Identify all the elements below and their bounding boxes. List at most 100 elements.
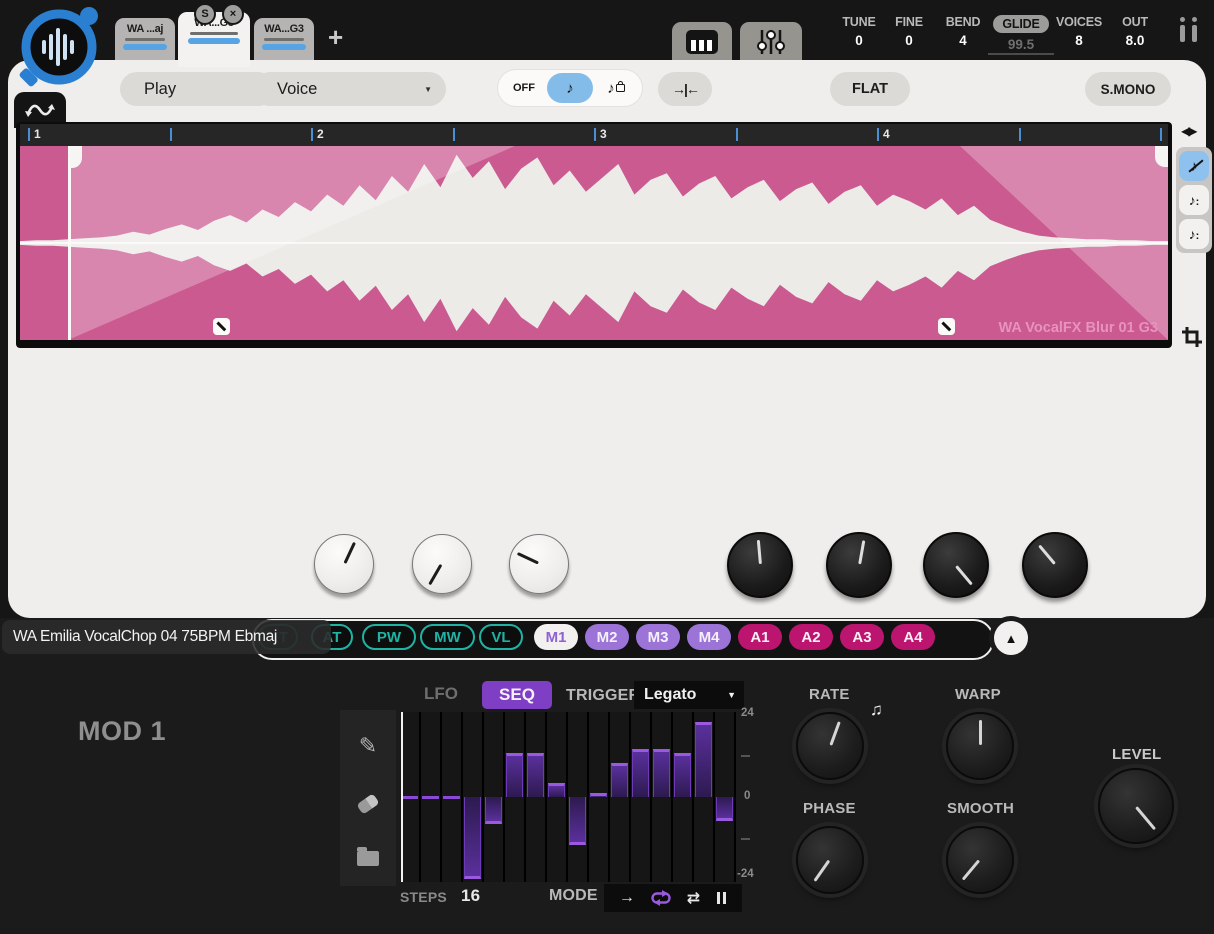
mod-tab-a4[interactable]: A4 [891,624,935,650]
mod-tab-a2[interactable]: A2 [789,624,833,650]
mod-tab-mw[interactable]: MW [420,624,475,650]
sustain-knob[interactable] [923,532,989,598]
pause-icon[interactable] [1180,17,1197,42]
steps-value[interactable]: 16 [461,886,480,906]
close-badge[interactable]: × [222,3,244,25]
pencil-tool-button[interactable]: ✎ [340,724,396,768]
preset-folder-button[interactable] [340,836,396,880]
seq-step[interactable] [610,712,631,882]
seq-step[interactable] [715,712,736,882]
seq-step[interactable] [400,712,421,882]
fade-out-handle[interactable] [938,318,955,335]
mod-tab-m3[interactable]: M3 [636,624,680,650]
snap-triplet-button[interactable]: ♪ [1179,219,1209,249]
cutoff-knob[interactable] [314,534,374,594]
mod-tab-pw[interactable]: PW [362,624,416,650]
mod-tab-a1[interactable]: A1 [738,624,782,650]
param-value[interactable]: 8.0 [1113,33,1157,48]
flat-button[interactable]: FLAT [830,72,910,106]
param-value[interactable]: 8 [1051,33,1107,48]
seq-step-bar[interactable] [548,783,565,797]
sync-off-button[interactable]: OFF [501,73,547,103]
start-marker[interactable] [68,146,71,340]
mode-pingpong-button[interactable]: ⇄ [687,888,700,908]
decay-knob[interactable] [826,532,892,598]
seq-step-bar[interactable] [611,763,628,797]
sync-note-button[interactable]: ♪ [547,73,593,103]
smooth-knob[interactable] [946,826,1014,894]
mod-tab-m2[interactable]: M2 [585,624,629,650]
sync-note-icon[interactable]: ♫ [870,700,883,720]
collapse-panel-button[interactable]: ▲ [994,621,1028,655]
seq-step-bar[interactable] [485,797,502,824]
param-value[interactable]: 99.5 [988,37,1054,55]
tab-lfo[interactable]: LFO [424,684,458,704]
param-value[interactable]: 0 [887,33,931,48]
play-mode-dropdown[interactable]: Play ▼ [120,72,275,106]
fade-in-handle[interactable] [213,318,230,335]
seq-step[interactable] [568,712,589,882]
add-tab-button[interactable]: + [328,22,343,53]
seq-step[interactable] [463,712,484,882]
waveform-area[interactable]: WA VocalFX Blur 01 G3 [20,146,1168,340]
seq-step[interactable] [547,712,568,882]
seq-step[interactable] [694,712,715,882]
snap-note-button[interactable]: ♪ [1179,185,1209,215]
trigger-dropdown[interactable]: Legato ▼ [634,681,744,709]
keyboard-view-tab[interactable] [672,22,732,62]
seq-step-bar[interactable] [632,749,649,797]
seq-step[interactable] [652,712,673,882]
mode-hold-button[interactable] [715,892,727,904]
seq-step-bar[interactable] [443,796,460,799]
end-marker-flag[interactable] [1155,146,1168,167]
seq-step[interactable] [442,712,463,882]
step-sequencer[interactable] [400,712,736,882]
eraser-tool-button[interactable] [340,782,396,826]
seq-step-bar[interactable] [674,753,691,797]
seq-step-bar[interactable] [422,796,439,799]
seq-step[interactable] [526,712,547,882]
snap-off-button[interactable]: ♪ [1179,151,1209,181]
timeline-ruler[interactable]: 1234 [20,124,1168,146]
rate-knob[interactable] [796,712,864,780]
expand-arrows-icon[interactable]: ◀▶ [1181,124,1195,138]
mode-forward-button[interactable]: → [619,889,635,907]
seq-step-bar[interactable] [506,753,523,797]
crop-button[interactable] [1181,326,1203,353]
tab-seq[interactable]: SEQ [482,681,552,709]
attack-knob[interactable] [727,532,793,598]
mode-loop-button[interactable] [650,890,672,906]
res-knob[interactable] [412,534,472,594]
waveform-display[interactable]: 1234 WA VocalFX Blur 01 G3 [16,122,1172,348]
solo-badge[interactable]: S [194,3,216,25]
release-knob[interactable] [1022,532,1088,598]
seq-step[interactable] [631,712,652,882]
stereo-mono-button[interactable]: S.MONO [1085,72,1171,106]
seq-step-bar[interactable] [716,797,733,821]
mod-tab-m4[interactable]: M4 [687,624,731,650]
drive-knob[interactable] [509,534,569,594]
mod-tab-m1[interactable]: M1 [534,624,578,650]
seq-step-bar[interactable] [653,749,670,797]
param-value[interactable]: 4 [940,33,986,48]
seq-step-bar[interactable] [695,722,712,797]
snap-to-zero-button[interactable]: →|← [658,72,712,106]
seq-step-bar[interactable] [464,797,481,879]
phase-knob[interactable] [796,826,864,894]
seq-step[interactable] [484,712,505,882]
mod-tab-vl[interactable]: VL [479,624,523,650]
warp-knob[interactable] [946,712,1014,780]
mod-tab-a3[interactable]: A3 [840,624,884,650]
seq-step-bar[interactable] [401,796,418,799]
seq-step[interactable] [505,712,526,882]
voice-mode-dropdown[interactable]: Voice ▼ [253,72,446,106]
param-value[interactable]: 0 [836,33,882,48]
seq-step-bar[interactable] [569,797,586,845]
level-knob[interactable] [1098,768,1174,844]
seq-step[interactable] [673,712,694,882]
sync-note-lock-button[interactable]: ♪ [593,73,639,103]
seq-step-bar[interactable] [527,753,544,797]
seq-step[interactable] [421,712,442,882]
seq-step-bar[interactable] [590,793,607,797]
seq-step[interactable] [589,712,610,882]
